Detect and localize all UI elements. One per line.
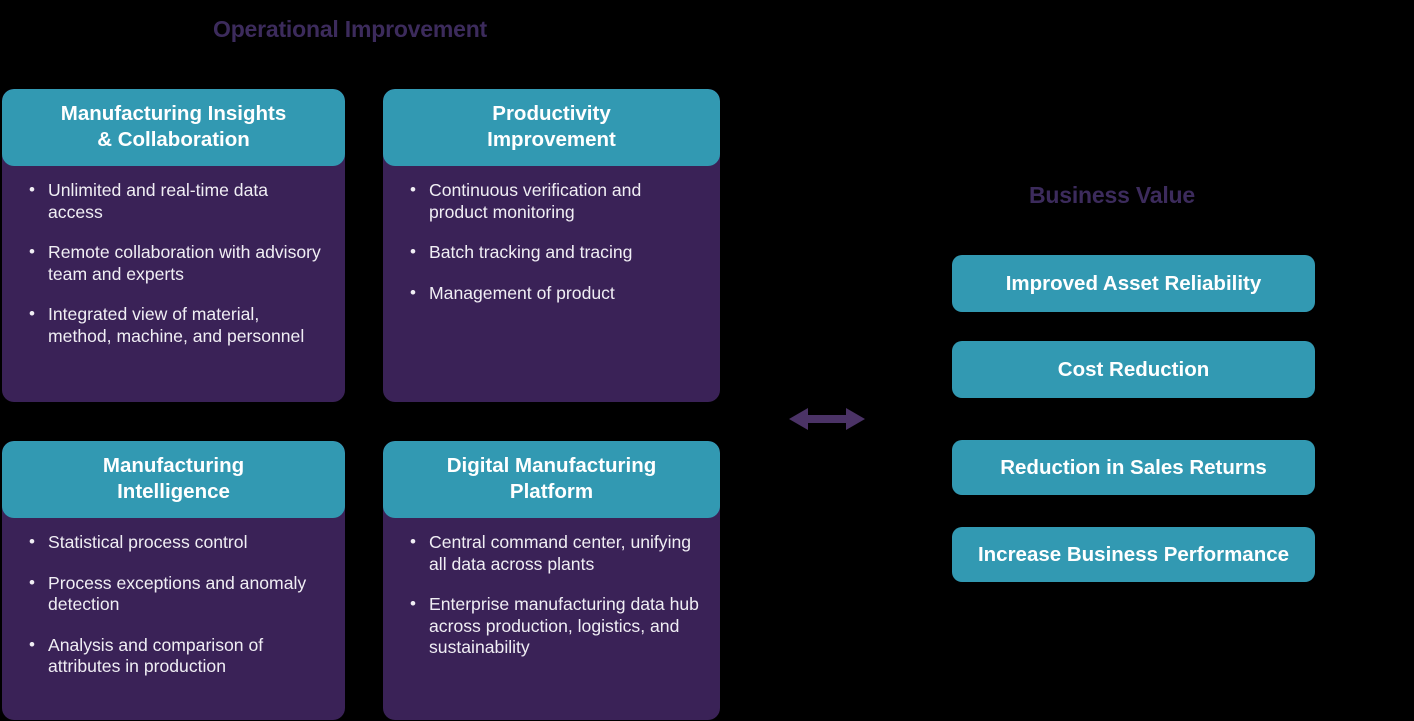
list-item: Process exceptions and anomaly detection [20, 572, 327, 616]
business-value-title: Business Value [1029, 182, 1195, 208]
card-manufacturing-intelligence: Manufacturing Intelligence Statistical p… [2, 441, 345, 720]
business-value-item-increase-business-performance: Increase Business Performance [952, 527, 1315, 582]
card-title-line-1: Productivity [492, 102, 611, 125]
card-header: Productivity Improvement [383, 89, 720, 166]
card-header: Manufacturing Intelligence [2, 441, 345, 518]
card-title-line-1: Manufacturing Insights [60, 102, 287, 125]
list-item: Batch tracking and tracing [401, 241, 702, 264]
card-title-line-1: Manufacturing [102, 454, 245, 477]
business-value-item-cost-reduction: Cost Reduction [952, 341, 1315, 398]
bullet-list: Continuous verification and product moni… [401, 179, 702, 305]
card-title-line-1: Digital Manufacturing [446, 454, 657, 477]
card-body: Continuous verification and product moni… [383, 166, 720, 402]
bullet-list: Unlimited and real-time data access Remo… [20, 179, 327, 347]
list-item: Statistical process control [20, 531, 327, 554]
bullet-list: Statistical process control Process exce… [20, 531, 327, 678]
card-header: Digital Manufacturing Platform [383, 441, 720, 518]
card-body: Central command center, unifying all dat… [383, 518, 720, 720]
business-value-label: Cost Reduction [1057, 357, 1210, 381]
card-title-line-2: Improvement [487, 128, 616, 151]
list-item: Analysis and comparison of attributes in… [20, 634, 327, 678]
double-headed-arrow-icon [789, 408, 865, 430]
card-header: Manufacturing Insights & Collaboration [2, 89, 345, 166]
card-body: Unlimited and real-time data access Remo… [2, 166, 345, 402]
business-value-label: Improved Asset Reliability [1005, 271, 1262, 295]
list-item: Central command center, unifying all dat… [401, 531, 702, 575]
card-title-line-2: Platform [509, 480, 594, 503]
card-body: Statistical process control Process exce… [2, 518, 345, 720]
list-item: Continuous verification and product moni… [401, 179, 702, 223]
list-item: Remote collaboration with advisory team … [20, 241, 327, 285]
list-item: Enterprise manufacturing data hub across… [401, 593, 702, 659]
list-item: Management of product [401, 282, 702, 305]
business-value-label: Increase Business Performance [977, 542, 1290, 566]
card-title-line-2: & Collaboration [97, 128, 250, 151]
business-value-item-reduction-in-sales-returns: Reduction in Sales Returns [952, 440, 1315, 495]
card-title-line-2: Intelligence [117, 480, 230, 503]
list-item: Unlimited and real-time data access [20, 179, 327, 223]
bullet-list: Central command center, unifying all dat… [401, 531, 702, 659]
card-productivity-improvement: Productivity Improvement Continuous veri… [383, 89, 720, 402]
business-value-item-improved-asset-reliability: Improved Asset Reliability [952, 255, 1315, 312]
operational-improvement-title: Operational Improvement [213, 16, 488, 42]
business-value-label: Reduction in Sales Returns [1000, 455, 1267, 479]
card-digital-manufacturing-platform: Digital Manufacturing Platform Central c… [383, 441, 720, 720]
list-item: Integrated view of material, method, mac… [20, 303, 327, 347]
card-manufacturing-insights-collaboration: Manufacturing Insights & Collaboration U… [2, 89, 345, 402]
